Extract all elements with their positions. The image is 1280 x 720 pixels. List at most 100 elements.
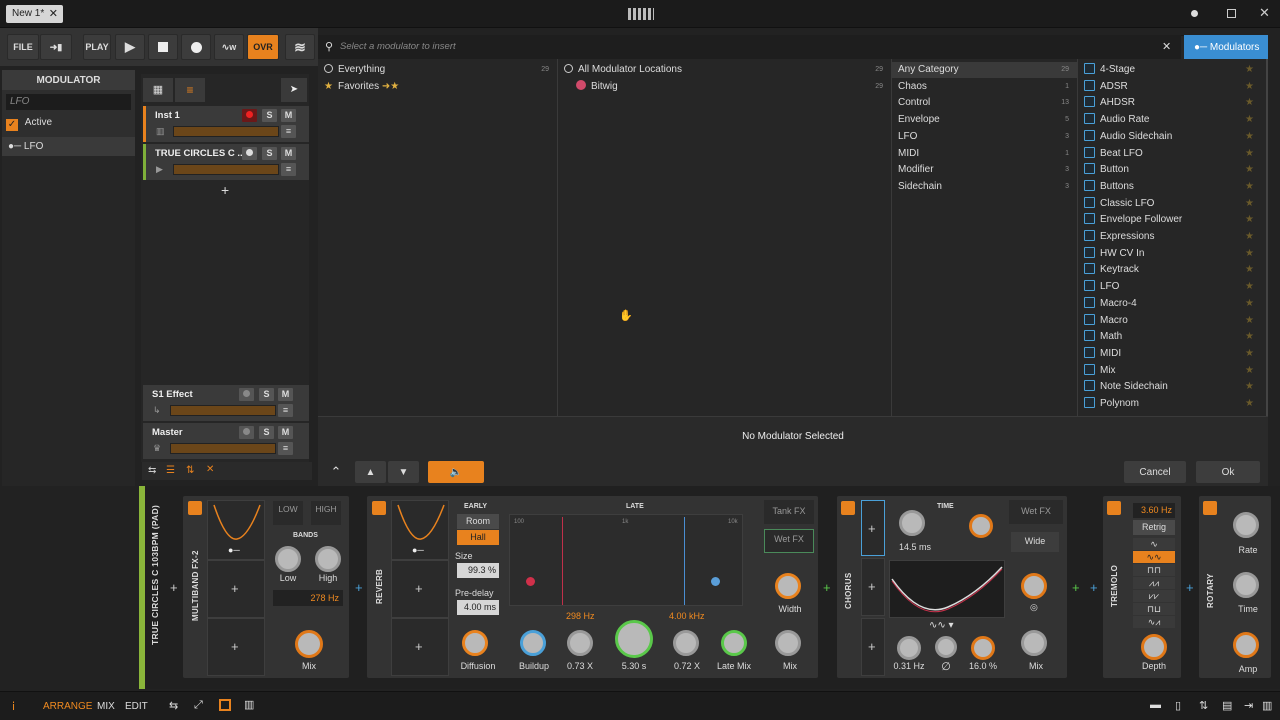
solo-button[interactable]: S [259,388,274,401]
project-tab[interactable]: New 1* ✕ [6,5,63,23]
add-device-icon[interactable]: + [823,580,831,595]
category-item[interactable]: Modifier 3 [892,162,1077,178]
category-item[interactable]: Any Category 29 [892,62,1077,78]
modulator-item[interactable]: Macro ★ [1078,313,1268,329]
track-menu-icon[interactable]: ≡ [278,404,293,417]
high-handle[interactable] [711,577,720,586]
modulator-item[interactable]: ADSR ★ [1078,79,1268,95]
sine-wave-icon[interactable]: ∿∿ ▾ [929,620,954,631]
file-icon[interactable]: ▯ [1175,699,1181,712]
ovr-button[interactable]: OVR [247,34,279,60]
grid-panel-icon[interactable]: ▥ [244,698,254,711]
preview-audio-button[interactable]: 🔈 [428,461,484,483]
category-item[interactable]: Control 13 [892,95,1077,111]
favorite-star-icon[interactable]: ★ [1245,79,1254,95]
modulator-item[interactable]: Audio Sidechain ★ [1078,129,1268,145]
device-power-icon[interactable] [372,501,386,515]
mixer-panel-icon[interactable]: ⇆ [169,699,178,712]
high-multiplier-knob[interactable] [673,630,699,656]
tank-fx-slot[interactable]: Tank FX [764,500,814,524]
track-menu-icon[interactable]: ≡ [281,163,296,176]
keyboard-icon[interactable]: ▥ [1262,699,1272,712]
info-icon[interactable]: ⅰ [12,700,15,713]
browser-folder-icon[interactable]: ▬ [1150,699,1161,711]
close-tab-icon[interactable]: ✕ [49,7,58,20]
studio-io-icon[interactable]: ⇥ [1244,699,1253,712]
reverb-shape-display[interactable]: ●─ [391,500,449,560]
mix-knob[interactable] [295,630,323,658]
favorite-star-icon[interactable]: ★ [1245,146,1254,162]
solo-button[interactable]: S [262,109,277,122]
mute-button[interactable]: M [281,109,296,122]
device-panel-icon[interactable] [219,699,231,711]
waveform-sine-icon[interactable]: ∿ [1133,538,1175,550]
list-item-bitwig[interactable]: Bitwig 29 [558,79,891,95]
chorus-time-knob[interactable] [899,510,925,536]
record-arm-button[interactable] [239,426,254,439]
collapse-up-button[interactable]: ⌃ [322,461,350,483]
diffusion-knob[interactable] [462,630,488,656]
category-item[interactable]: MIDI 1 [892,146,1077,162]
chorus-mix-knob[interactable] [1021,630,1047,656]
device-power-icon[interactable] [1203,501,1217,515]
favorite-star-icon[interactable]: ★ [1245,229,1254,245]
add-icon[interactable]: + [868,579,876,594]
wide-button[interactable]: Wide [1011,532,1059,552]
modulator-item[interactable]: Mix ★ [1078,363,1268,379]
fx-slot[interactable]: + [391,618,449,676]
category-item[interactable]: Sidechain 3 [892,179,1077,195]
clear-search-icon[interactable]: ✕ [1162,40,1171,53]
solo-button[interactable]: S [262,147,277,160]
favorite-star-icon[interactable]: ★ [1245,95,1254,111]
modulator-item[interactable]: Audio Rate ★ [1078,112,1268,128]
tool-icon[interactable]: ⇅ [186,465,194,476]
favorite-star-icon[interactable]: ★ [1245,363,1254,379]
mute-button[interactable]: M [278,426,293,439]
waveform-saw-icon[interactable]: ⩘⩘ [1133,577,1175,589]
pointer-tool-icon[interactable]: ➤ [281,78,307,102]
favorite-star-icon[interactable]: ★ [1245,246,1254,262]
tremolo-rate-value[interactable]: 3.60 Hz [1133,503,1175,518]
add-device-icon[interactable]: + [355,580,363,595]
modulator-item[interactable]: Envelope Follower ★ [1078,212,1268,228]
modulator-name-field[interactable]: LFO [6,94,131,110]
stop-button[interactable] [148,34,178,60]
favorite-star-icon[interactable]: ★ [1245,313,1254,329]
late-eq-display[interactable]: 100 1k 10k [509,514,743,606]
previous-button[interactable]: ▲ [355,461,386,483]
list-item-all-locations[interactable]: All Modulator Locations 29 [558,62,891,78]
track-true-circles[interactable]: TRUE CIRCLES C ... S M ▶ ≡ [143,144,309,180]
file-button[interactable]: FILE [7,34,39,60]
modulator-item[interactable]: Keytrack ★ [1078,262,1268,278]
modulator-item[interactable]: 4-Stage ★ [1078,62,1268,78]
favorite-star-icon[interactable]: ★ [1245,179,1254,195]
record-arm-button[interactable] [242,109,257,122]
waveform-ramp-icon[interactable]: ⩗⩗ [1133,590,1175,602]
add-icon[interactable]: + [415,639,423,654]
grid-view-icon[interactable]: ▦ [143,78,173,102]
favorite-star-icon[interactable]: ★ [1245,379,1254,395]
modulators-tab[interactable]: ●─ Modulators [1184,35,1268,59]
favorite-star-icon[interactable]: ★ [1245,296,1254,312]
mute-button[interactable]: M [281,147,296,160]
favorite-star-icon[interactable]: ★ [1245,329,1254,345]
volume-fader[interactable] [173,164,279,175]
decay-time-knob[interactable] [615,620,653,658]
list-view-icon[interactable]: ≡ [175,78,205,102]
lfo-modulator-item[interactable]: ●─ LFO [2,137,135,157]
buildup-knob[interactable] [520,630,546,656]
mute-button[interactable]: M [278,388,293,401]
add-icon[interactable]: + [231,639,239,654]
fx-slot[interactable]: + [861,558,885,616]
add-icon[interactable]: + [415,581,423,596]
band-curve-display[interactable]: ●─ [207,500,265,560]
hall-button[interactable]: Hall [457,530,499,545]
tool-icon[interactable]: ⇆ [148,465,156,476]
close-icon[interactable]: ✕ [206,464,214,475]
cancel-button[interactable]: Cancel [1124,461,1186,483]
chorus-rate-knob[interactable] [897,636,921,660]
rotary-time-knob[interactable] [1233,572,1259,598]
fx-slot[interactable]: + [861,500,885,556]
favorite-star-icon[interactable]: ★ [1245,396,1254,412]
close-window-icon[interactable]: ✕ [1259,5,1270,21]
